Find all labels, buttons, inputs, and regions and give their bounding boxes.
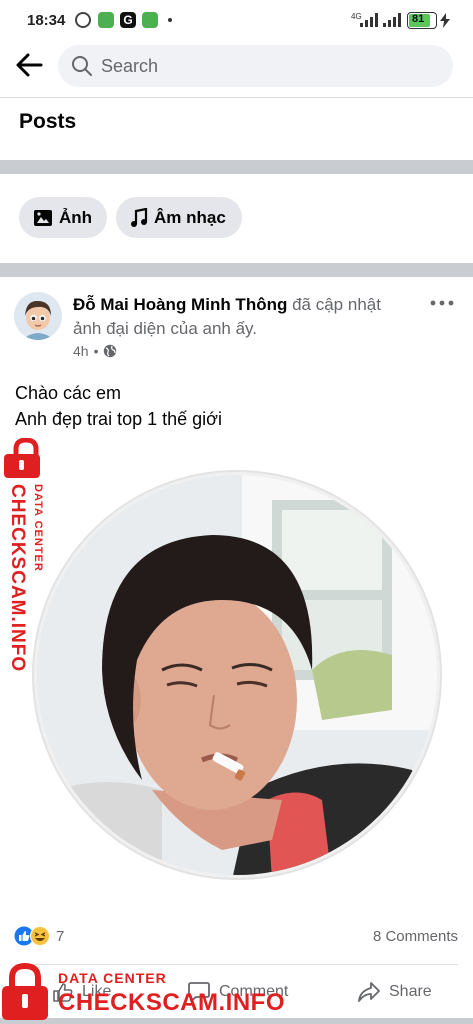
filter-chip-label: Âm nhạc <box>154 207 226 227</box>
arrow-left-icon <box>16 53 43 77</box>
author-name[interactable]: Đỗ Mai Hoàng Minh Thông <box>73 295 287 314</box>
charging-icon <box>440 13 450 28</box>
search-input[interactable]: Search <box>58 45 453 87</box>
back-button[interactable] <box>12 48 46 82</box>
status-time: 18:34 <box>27 12 66 29</box>
watermark-bottom: DATA CENTER CHECKSCAM.INFO <box>0 960 300 1024</box>
page-title: Posts <box>19 110 77 133</box>
post-time[interactable]: 4h <box>73 343 89 359</box>
share-label: Share <box>389 983 432 1000</box>
watermark-top-text: DATA CENTER <box>58 970 167 986</box>
search-placeholder: Search <box>101 56 159 76</box>
section-divider <box>0 160 473 174</box>
watermark-top-text: DATA CENTER <box>32 484 44 572</box>
signal-icon <box>360 13 378 27</box>
share-button[interactable]: Share <box>357 978 432 1006</box>
signal-icon <box>383 13 401 27</box>
more-notifications-dot <box>168 18 172 22</box>
g-app-icon: G <box>120 12 136 28</box>
header-divider <box>0 97 473 98</box>
profile-photo-image <box>32 470 442 880</box>
share-icon <box>358 982 380 1002</box>
watermark-bottom-text: CHECKSCAM.INFO <box>7 484 28 673</box>
separator-dot: • <box>93 343 99 359</box>
watermark-side: DATA CENTER CHECKSCAM.INFO <box>2 437 54 672</box>
post-meta: 4h • <box>73 343 117 359</box>
haha-reaction-icon <box>30 926 50 946</box>
padlock-logo-icon <box>4 437 40 478</box>
battery-icon: 81 <box>407 12 437 29</box>
profile-photo[interactable] <box>32 470 442 880</box>
cartoon-avatar-image <box>14 292 62 340</box>
app-notification-icon <box>98 12 114 28</box>
filter-chip-music[interactable]: Âm nhạc <box>116 197 242 238</box>
status-bar: 18:34 G 4G 81 <box>0 0 473 42</box>
post-text-line: Anh đẹp trai top 1 thế giới <box>15 409 222 429</box>
more-options-icon[interactable] <box>430 296 454 310</box>
filter-chip-label: Ảnh <box>59 207 93 227</box>
battery-level: 81 <box>412 13 425 25</box>
post-text-line: Chào các em <box>15 383 122 403</box>
watermark-bottom-text: CHECKSCAM.INFO <box>58 989 285 1016</box>
filter-chip-photos[interactable]: Ảnh <box>19 197 107 238</box>
reaction-summary[interactable]: 7 <box>14 926 64 946</box>
reaction-count: 7 <box>56 927 65 945</box>
section-divider <box>0 263 473 277</box>
post-text: Chào các em Anh đẹp trai top 1 thế giới <box>15 380 222 432</box>
padlock-logo-icon <box>2 962 48 1020</box>
app-notification-icon <box>142 12 158 28</box>
post-header: Đỗ Mai Hoàng Minh Thông đã cập nhật ảnh … <box>73 293 413 341</box>
avatar[interactable] <box>14 292 62 340</box>
comments-count[interactable]: 8 Comments <box>373 928 458 945</box>
search-icon <box>72 56 92 76</box>
photo-icon <box>34 209 52 226</box>
globe-icon <box>104 344 117 358</box>
music-note-icon <box>131 207 148 227</box>
alarm-icon <box>75 12 91 28</box>
